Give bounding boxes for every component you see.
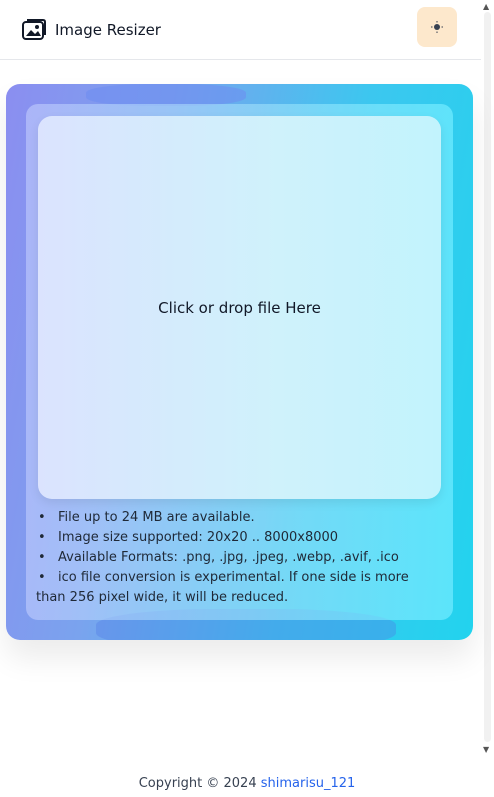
- image-icon: [22, 18, 46, 40]
- dropzone-label: Click or drop file Here: [158, 298, 321, 317]
- scroll-thumb[interactable]: [484, 12, 491, 742]
- scroll-up-icon[interactable]: ▲: [483, 3, 489, 11]
- file-dropzone[interactable]: Click or drop file Here: [38, 116, 441, 499]
- footer: Copyright © 2024 shimarisu_121: [0, 776, 494, 791]
- theme-toggle-button[interactable]: [417, 7, 457, 47]
- sun-icon: [431, 21, 443, 33]
- decorative-blob: [86, 84, 246, 106]
- copyright-text: Copyright © 2024: [138, 776, 257, 791]
- scroll-down-icon[interactable]: ▼: [483, 746, 489, 754]
- author-link[interactable]: shimarisu_121: [261, 776, 356, 791]
- list-item: • Image size supported: 20x20 .. 8000x800…: [38, 530, 339, 545]
- list-item: • ico file conversion is experimental. If…: [36, 570, 409, 605]
- list-item: • Available Formats: .png, .jpg, .jpeg, .…: [38, 550, 399, 565]
- info-list: • File up to 24 MB are available. • Image …: [36, 508, 441, 608]
- page-scrollbar[interactable]: ▲ ▼: [481, 0, 494, 797]
- upload-card: Click or drop file Here • File up to 24 M…: [6, 84, 473, 640]
- app-title: Image Resizer: [55, 20, 161, 39]
- app-header: Image Resizer: [0, 0, 481, 60]
- list-item: • File up to 24 MB are available.: [38, 510, 255, 525]
- upload-panel: Click or drop file Here • File up to 24 M…: [26, 104, 453, 620]
